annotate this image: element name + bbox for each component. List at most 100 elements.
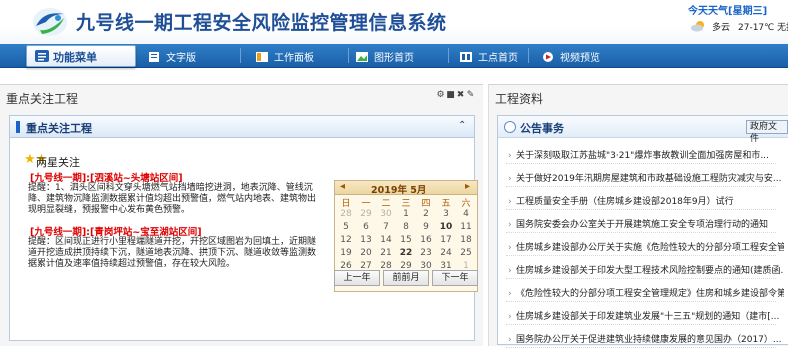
calendar-day[interactable]: 16 (416, 235, 436, 245)
weather-temperature: 27-17℃ 无持 (738, 23, 788, 33)
bullet-icon: › (508, 312, 512, 322)
save-icon[interactable]: ■ (446, 90, 455, 100)
next-year-button[interactable]: 下一年 (432, 270, 478, 286)
panel-title: 重点关注工程 (6, 92, 79, 106)
calendar-weekday: 四 (421, 199, 431, 209)
graphic-icon (356, 52, 368, 62)
calendar-day[interactable]: 4 (456, 209, 476, 219)
notice-item-text: 国务院办公厅关于促进建筑业持续健康发展的意见国办（2017）... (516, 335, 782, 345)
calendar-day[interactable]: 28 (336, 209, 356, 219)
notice-item[interactable]: › 工程质量安全手册（住房城乡建设部2018年9月）试行 (508, 194, 784, 207)
notice-item[interactable]: › 住房城乡建设部关于印发建筑业发展"十三五"规划的通知（建市[... (508, 309, 784, 322)
globe-icon (504, 121, 516, 133)
calendar-day[interactable]: 15 (396, 235, 416, 245)
calendar-day[interactable]: 13 (356, 235, 376, 245)
nav-item-label: 文字版 (166, 53, 196, 64)
notice-item-text: 关于做好2019年汛期房屋建筑和市政基础设施工程防灾减灾与安... (516, 174, 782, 184)
weather-widget: 今天天气[星期三] 多云 27-17℃ 无持 (686, 0, 788, 44)
nav-item-work-panel[interactable]: 工作面板 (256, 49, 314, 64)
calendar-day[interactable]: 12 (336, 235, 356, 245)
calendar-day[interactable]: 8 (396, 222, 416, 232)
calendar-day[interactable]: 23 (416, 248, 436, 258)
notice-item-text: 工程质量安全手册（住房城乡建设部2018年9月）试行 (516, 197, 734, 207)
calendar-day[interactable]: 3 (436, 209, 456, 219)
calendar-next-icon[interactable]: ▸ (465, 181, 470, 192)
calendar-weekday: 二 (381, 199, 391, 209)
notice-item[interactable]: › 国务院安委会办公室关于开展建筑施工安全专项治理行动的通知 (508, 217, 784, 230)
bullet-icon: › (508, 243, 512, 253)
menu-icon (35, 50, 49, 62)
collapse-icon[interactable]: ⌃ (458, 120, 466, 131)
nav-item-label: 视频预览 (560, 53, 600, 64)
calendar-day[interactable]: 30 (376, 209, 396, 219)
panel-icon (256, 52, 268, 62)
nav-divider (528, 48, 529, 63)
calendar-day[interactable]: 11 (456, 222, 476, 232)
calendar-day[interactable]: 7 (376, 222, 396, 232)
calendar-day[interactable]: 29 (356, 209, 376, 219)
gov-docs-tab[interactable]: 政府文件 (746, 120, 788, 144)
calendar-day[interactable]: 18 (456, 235, 476, 245)
notice-item[interactable]: › 住房城乡建设部办公厅关于实施《危险性较大的分部分项工程安全管... (508, 240, 784, 253)
calendar-day[interactable]: 9 (416, 222, 436, 232)
calendar-day[interactable]: 1 (396, 209, 416, 219)
notice-divider (506, 278, 776, 279)
prev-month-button[interactable]: 前前月 (383, 270, 429, 286)
nav-item-label: 工点首页 (478, 53, 518, 64)
prev-year-button[interactable]: 上一年 (334, 270, 380, 286)
settings-icon[interactable]: ⚙ (436, 90, 445, 100)
calendar-prev-icon[interactable]: ◂ (340, 181, 345, 192)
warning-description: 提醒：区间现正进行小里程端隧道开挖，开挖区域图岩为回填土，近期隧道开挖造成拱顶持… (28, 237, 317, 269)
bullet-icon: › (508, 151, 512, 161)
bullet-icon: › (508, 289, 512, 299)
bullet-icon: › (508, 174, 512, 184)
nav-item-video-preview[interactable]: 视频预览 (542, 49, 600, 64)
nav-item-graphic-home[interactable]: 图形首页 (356, 49, 414, 64)
calendar-header: ◂ 2019年 5月 ▸ (335, 181, 477, 196)
notice-item[interactable]: › 国务院办公厅关于促进建筑业持续健康发展的意见国办（2017）... (508, 332, 784, 345)
logo-icon (33, 8, 67, 36)
close-icon[interactable]: ✖ (456, 90, 465, 100)
calendar-day[interactable]: 17 (436, 235, 456, 245)
notice-item[interactable]: › 住房城乡建设部关于印发大型工程技术风险控制要点的通知(建质函... (508, 263, 784, 276)
warning-title[interactable]: [九号线一期]:[泗溪站~头塘站区间] (30, 170, 183, 184)
calendar-day[interactable]: 22 (396, 248, 416, 258)
weather-header: 今天天气[星期三] (688, 6, 768, 17)
warning-description: 提醒：1、泗头区间科文穿头塘燃气站挡墙暗挖进洞，地表沉降、管线沉降、建筑物沉降监… (28, 183, 317, 215)
bullet-icon: › (508, 197, 512, 207)
calendar-day[interactable]: 5 (336, 222, 356, 232)
notice-divider (506, 163, 776, 164)
calendar-day[interactable]: 6 (356, 222, 376, 232)
header: 九号线一期工程安全风险监控管理信息系统 今天天气[星期三] 多云 27-17℃ … (0, 0, 788, 44)
bullet-icon: › (508, 335, 512, 345)
notice-item[interactable]: › 《危险性较大的分部分项工程安全管理规定》住房和城乡建设部令第... (508, 286, 784, 299)
calendar-day[interactable]: 10 (436, 222, 456, 232)
calendar-day[interactable]: 20 (356, 248, 376, 258)
notice-divider (506, 301, 776, 302)
box-header: 重点关注工程 ⌃ (10, 116, 474, 138)
nav-item-text-version[interactable]: 文字版 (148, 49, 196, 64)
edit-icon[interactable]: ✎ (466, 90, 475, 100)
focus-projects-panel: 重点关注工程 ⚙ ■ ✖ ✎ 重点关注工程 ⌃ ★★ 两星关注 [九号线一期]:[泗溪… (0, 84, 483, 346)
calendar-day[interactable]: 25 (456, 248, 476, 258)
nav-item-site-home[interactable]: 工点首页 (460, 49, 518, 64)
panel-toolbar: ⚙ ■ ✖ ✎ (436, 89, 480, 101)
text-icon (149, 52, 159, 62)
star-level-label: 两星关注 (36, 156, 80, 169)
calendar-day[interactable]: 24 (436, 248, 456, 258)
calendar-day[interactable]: 14 (376, 235, 396, 245)
notice-header: 公告事务 政府文件 (498, 116, 788, 144)
notice-item-text: 住房城乡建设部关于印发建筑业发展"十三五"规划的通知（建市[... (516, 312, 780, 322)
function-menu-label: 功能菜单 (53, 51, 97, 64)
function-menu-button[interactable]: 功能菜单 (26, 45, 136, 67)
notice-item-text: 《危险性较大的分部分项工程安全管理规定》住房和城乡建设部令第... (516, 289, 784, 299)
calendar-weekday: 六 (461, 199, 471, 209)
calendar-day[interactable]: 2 (416, 209, 436, 219)
notice-item[interactable]: › 关于深刻吸取江苏盐城"3·21"爆炸事故教训全面加强房屋和市... (508, 148, 784, 161)
calendar-day[interactable]: 19 (336, 248, 356, 258)
notice-divider (506, 209, 776, 210)
calendar-day[interactable]: 21 (376, 248, 396, 258)
notice-item-text: 国务院安委会办公室关于开展建筑施工安全专项治理行动的通知 (516, 220, 769, 230)
warning-title[interactable]: [九号线一期]:[青岗坪站~宝至湖站区间] (30, 224, 202, 238)
notice-item[interactable]: › 关于做好2019年汛期房屋建筑和市政基础设施工程防灾减灾与安... (508, 171, 784, 184)
